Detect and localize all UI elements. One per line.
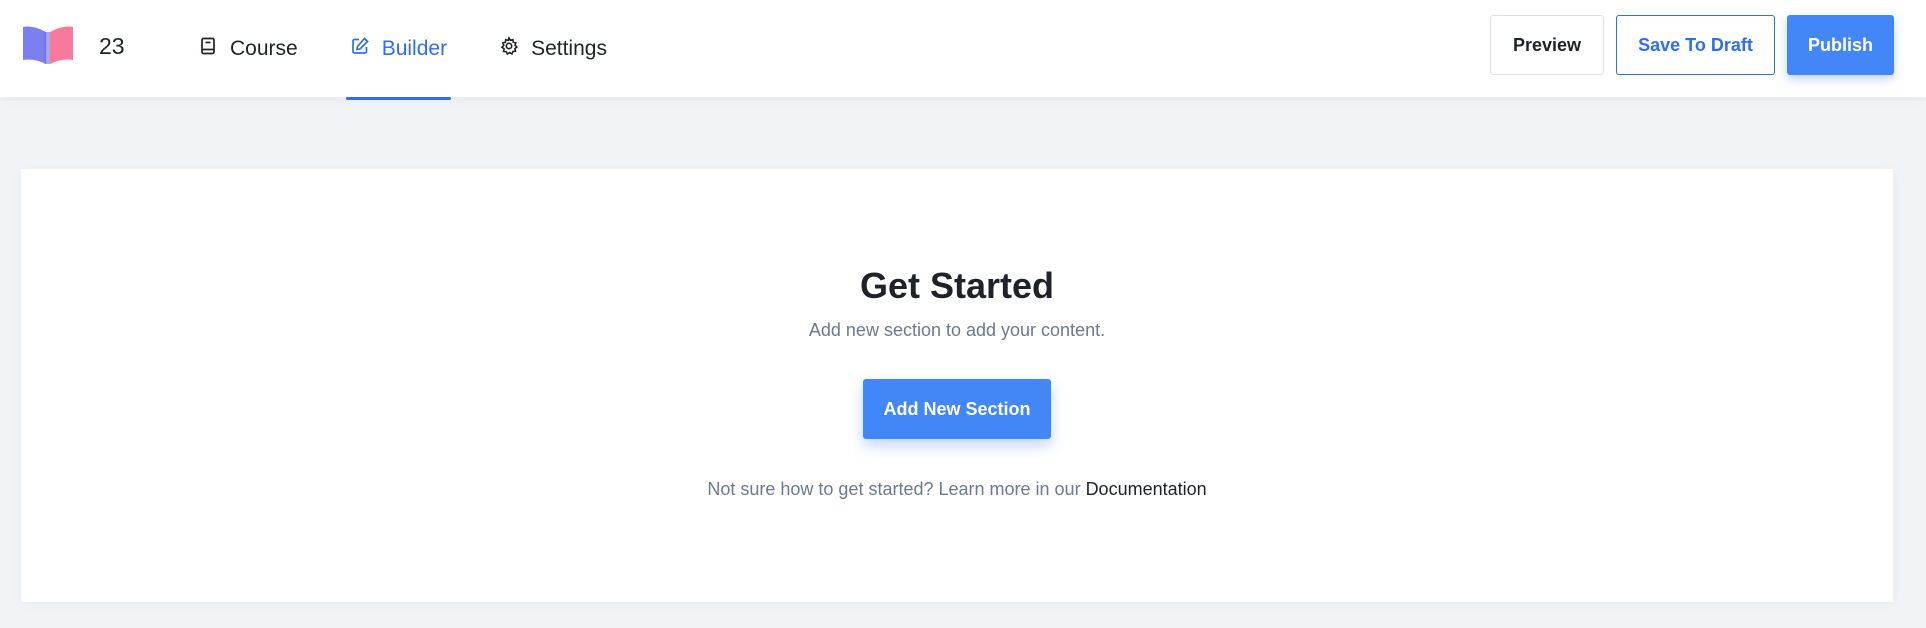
top-bar: 23 Course Builder Settings Preview Save … xyxy=(0,0,1926,100)
documentation-link[interactable]: Documentation xyxy=(1086,479,1207,499)
edit-icon xyxy=(350,36,370,56)
tab-settings-label: Settings xyxy=(531,36,607,60)
gear-icon xyxy=(499,35,519,56)
help-text-prefix: Not sure how to get started? Learn more … xyxy=(707,479,1086,499)
page-title: Get Started xyxy=(859,265,1055,306)
tab-course[interactable]: Course xyxy=(194,0,302,97)
empty-state-subtitle: Add new section to add your content. xyxy=(808,320,1106,340)
preview-button[interactable]: Preview xyxy=(1490,15,1604,75)
publish-button[interactable]: Publish xyxy=(1787,15,1894,75)
logo[interactable] xyxy=(21,23,75,65)
tab-builder-label: Builder xyxy=(381,36,448,60)
empty-state-content: Get Started Add new section to add your … xyxy=(21,264,1893,501)
book-icon xyxy=(198,36,218,56)
tab-course-label: Course xyxy=(230,36,298,60)
tab-settings[interactable]: Settings xyxy=(495,0,611,97)
main-nav: Course Builder Settings xyxy=(194,0,655,100)
help-text: Not sure how to get started? Learn more … xyxy=(21,477,1893,501)
tab-builder[interactable]: Builder xyxy=(345,0,452,100)
course-id: 23 xyxy=(99,33,125,59)
builder-empty-state: Get Started Add new section to add your … xyxy=(21,169,1893,602)
add-new-section-button[interactable]: Add New Section xyxy=(863,379,1051,439)
header-actions: Preview Save To Draft Publish xyxy=(1490,15,1894,75)
save-to-draft-button[interactable]: Save To Draft xyxy=(1616,15,1775,75)
open-book-logo-icon xyxy=(23,26,73,64)
